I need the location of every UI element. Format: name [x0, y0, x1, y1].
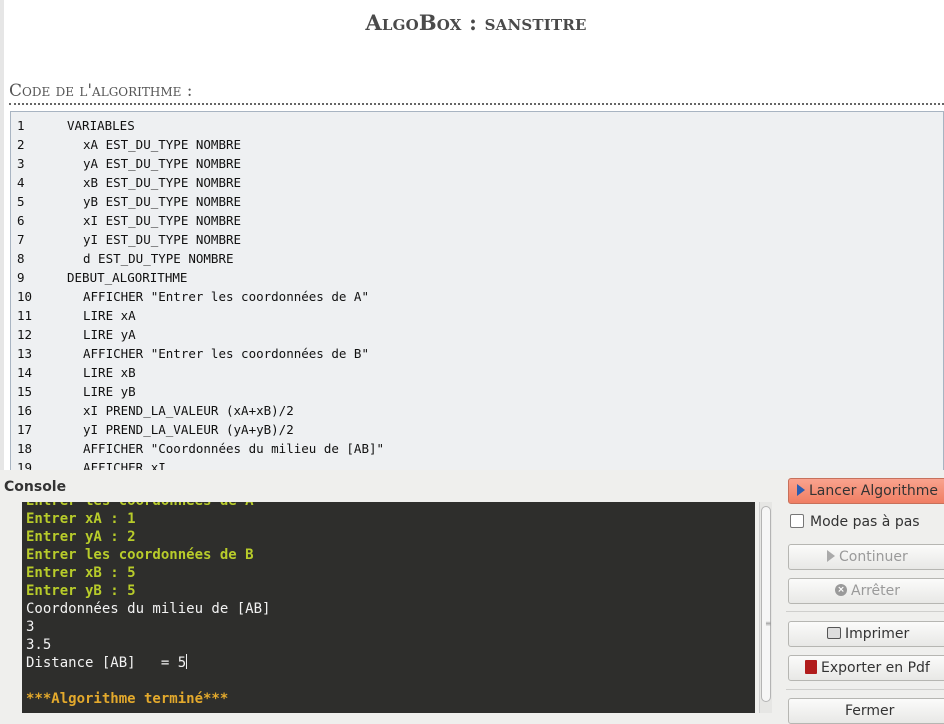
console-line-text: Entrer les coordonnées de B [26, 547, 254, 563]
console-line: Coordonnées du milieu de [AB] [26, 600, 270, 618]
run-algorithm-button[interactable]: Lancer Algorithme [788, 478, 944, 504]
code-text: yA EST_DU_TYPE NOMBRE [83, 156, 242, 171]
step-mode-label: Mode pas à pas [810, 514, 920, 530]
code-text: xB EST_DU_TYPE NOMBRE [83, 175, 242, 190]
close-label: Fermer [845, 703, 895, 719]
play-icon [797, 484, 805, 496]
line-number: 10 [17, 289, 33, 304]
close-button[interactable]: Fermer [788, 698, 944, 724]
line-number: 5 [17, 194, 25, 209]
line-number: 16 [17, 403, 33, 418]
document-title: AlgoBox : sanstitre [365, 10, 587, 35]
code-text: d EST_DU_TYPE NOMBRE [83, 251, 234, 266]
continue-button[interactable]: Continuer [788, 544, 944, 570]
pdf-icon [805, 659, 817, 674]
console-line: ***Algorithme terminé*** [26, 690, 228, 708]
export-pdf-button[interactable]: Exporter en Pdf [788, 655, 944, 681]
code-text: xA EST_DU_TYPE NOMBRE [83, 137, 242, 152]
line-number: 7 [17, 232, 25, 247]
console-line: Entrer yB : 5 [26, 582, 136, 600]
console-line-text: Coordonnées du milieu de [AB] [26, 601, 271, 617]
console-line-text: Entrer yB : 5 [26, 583, 136, 599]
console-line: Entrer xA : 1 [26, 510, 136, 528]
play-icon [827, 550, 835, 562]
console-line-text: Distance [AB] = 5 [26, 655, 187, 671]
line-number: 8 [17, 251, 25, 266]
line-number: 12 [17, 327, 33, 342]
controls-divider [786, 689, 944, 690]
console-line-text: 3.5 [26, 637, 52, 653]
line-number: 17 [17, 422, 33, 437]
console-line-text: Entrer xB : 5 [26, 565, 136, 581]
console-line-text: 3 [26, 619, 35, 635]
algorithm-document: AlgoBox : sanstitre Code de l'algorithme… [0, 0, 944, 470]
print-label: Imprimer [845, 626, 910, 642]
console-line: Entrer les coordonnées de A [26, 502, 254, 510]
code-text: LIRE yA [83, 327, 136, 342]
code-text: yI EST_DU_TYPE NOMBRE [83, 232, 242, 247]
stop-button[interactable]: × Arrêter [788, 578, 944, 604]
line-number: 1 [17, 118, 25, 133]
code-text: AFFICHER xI [83, 460, 166, 470]
step-mode-checkbox[interactable] [790, 513, 804, 528]
line-number: 14 [17, 365, 33, 380]
code-text: LIRE yB [83, 384, 136, 399]
print-button[interactable]: Imprimer [788, 621, 944, 647]
code-text: yB EST_DU_TYPE NOMBRE [83, 194, 242, 209]
console-line: Entrer yA : 2 [26, 528, 136, 546]
console-line-text: ***Algorithme terminé*** [26, 691, 229, 707]
console-line: 3 [26, 618, 34, 636]
export-pdf-label: Exporter en Pdf [821, 660, 930, 676]
console-line: Entrer xB : 5 [26, 564, 136, 582]
console-scrollbar[interactable]: ≡ [759, 502, 772, 713]
line-number: 15 [17, 384, 33, 399]
console-line-text: Entrer yA : 2 [26, 529, 136, 545]
code-heading: Code de l'algorithme : [9, 81, 193, 101]
console-line: 3.5 [26, 636, 51, 654]
stop-icon: × [835, 584, 847, 596]
console-label: Console [4, 479, 67, 495]
line-number: 13 [17, 346, 33, 361]
console-line: Entrer les coordonnées de B [26, 546, 254, 564]
console-output[interactable]: Entrer les coordonnées de A Entrer xA : 1… [22, 502, 755, 713]
console-line-text: Entrer xA : 1 [26, 511, 136, 527]
code-text: xI EST_DU_TYPE NOMBRE [83, 213, 242, 228]
text-caret [186, 654, 188, 669]
grip-icon: ≡ [765, 619, 772, 628]
continue-label: Continuer [839, 549, 908, 565]
line-number: 19 [17, 460, 33, 470]
code-text: LIRE xB [83, 365, 136, 380]
line-number: 11 [17, 308, 33, 323]
line-number: 9 [17, 270, 25, 285]
printer-icon [827, 626, 841, 639]
controls-divider [786, 611, 944, 612]
code-text: AFFICHER "Entrer les coordonnées de B" [83, 346, 369, 361]
code-text: DEBUT_ALGORITHME [67, 270, 188, 285]
code-listing[interactable]: 1 VARIABLES 2 xA EST_DU_TYPE NOMBRE 3 yA EST_… [10, 111, 944, 470]
line-number: 18 [17, 441, 33, 456]
line-number: 4 [17, 175, 25, 190]
code-text: LIRE xA [83, 308, 136, 323]
stop-label: Arrêter [851, 583, 901, 599]
step-mode-toggle[interactable]: Mode pas à pas [790, 513, 920, 534]
code-text: AFFICHER "Entrer les coordonnées de A" [83, 289, 369, 304]
code-text: VARIABLES [67, 118, 135, 133]
console-line-text: Entrer les coordonnées de A [26, 502, 254, 509]
run-algorithm-label: Lancer Algorithme [809, 483, 938, 499]
line-number: 6 [17, 213, 25, 228]
code-text: AFFICHER "Coordonnées du milieu de [AB]" [83, 441, 385, 456]
line-number: 2 [17, 137, 25, 152]
heading-divider [9, 103, 944, 105]
console-scrollbar-thumb[interactable]: ≡ [761, 506, 772, 702]
code-text: yI PREND_LA_VALEUR (yA+yB)/2 [83, 422, 294, 437]
line-number: 3 [17, 156, 25, 171]
code-text: xI PREND_LA_VALEUR (xA+xB)/2 [83, 403, 294, 418]
console-line: Distance [AB] = 5 [26, 654, 188, 672]
